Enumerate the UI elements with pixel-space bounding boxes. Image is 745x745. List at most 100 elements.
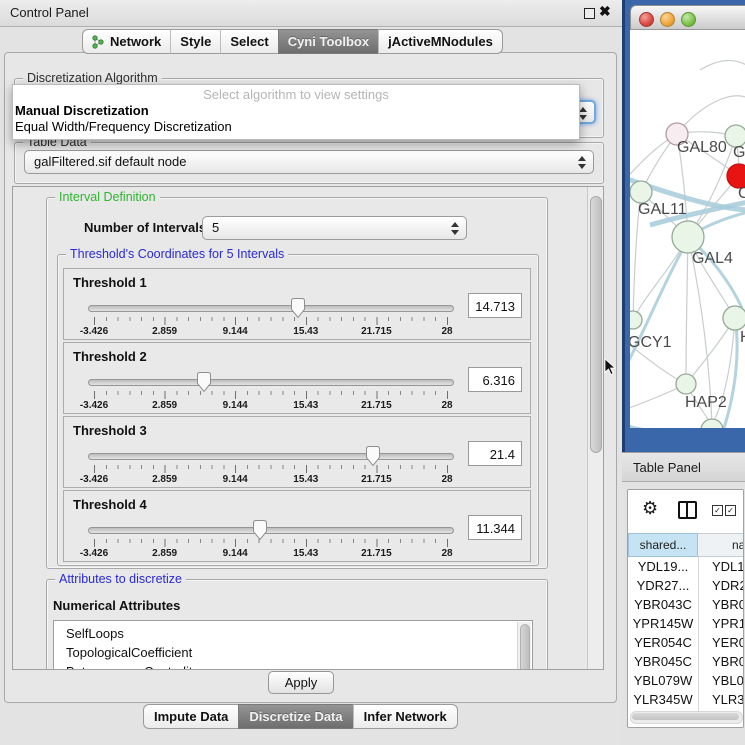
table-horizontal-scrollbar[interactable] <box>630 711 743 724</box>
apply-button[interactable]: Apply <box>268 671 334 694</box>
attributes-scrollbar[interactable] <box>517 622 531 670</box>
threshold-slider[interactable]: -3.4262.8599.14415.4321.71528 <box>88 518 454 560</box>
network-node-h[interactable] <box>723 306 745 330</box>
slider-thumb[interactable] <box>365 445 381 467</box>
float-window-icon[interactable] <box>584 8 595 19</box>
scrollbar-thumb[interactable] <box>590 196 602 453</box>
cell-shared-name[interactable]: YBR045C <box>628 652 698 671</box>
network-node-gal4[interactable] <box>672 221 704 253</box>
table-toolbar: ⚙ ✓ ✓ <box>628 490 743 533</box>
combo-stepper-icon[interactable] <box>577 154 587 171</box>
tab-style[interactable]: Style <box>170 29 220 54</box>
table-panel-title: Table Panel <box>633 460 701 475</box>
network-window-titlebar[interactable] <box>630 5 745 30</box>
close-icon[interactable]: ✖ <box>599 3 611 20</box>
threshold-value-field[interactable]: 21.4 <box>468 441 522 466</box>
dropdown-option-manual-discretization[interactable]: Manual Discretization <box>13 103 579 119</box>
cell-shared-name[interactable]: YLR345W <box>628 690 698 709</box>
minimize-traffic-light[interactable] <box>660 12 675 27</box>
slider-major-ticks <box>94 539 449 547</box>
tab-label: Infer Network <box>364 705 447 728</box>
gear-icon[interactable]: ⚙ <box>642 498 658 519</box>
table-rows: YDL19...YDL1YDR27...YDR2YBR043CYBR0YPR14… <box>628 557 744 728</box>
slider-track[interactable] <box>88 379 454 386</box>
attribute-item-betweennesscentrality[interactable]: BetweennessCentrality <box>54 662 532 670</box>
network-node-item[interactable] <box>701 419 723 428</box>
threshold-value-field[interactable]: 11.344 <box>468 515 522 540</box>
slider-thumb[interactable] <box>252 519 268 541</box>
table-data-combobox[interactable]: galFiltered.sif default node <box>24 150 594 174</box>
tick-label: 21.715 <box>361 400 392 411</box>
threshold-value-field[interactable]: 6.316 <box>468 367 522 392</box>
slider-tick-labels: -3.4262.8599.14415.4321.71528 <box>94 326 449 338</box>
tab-network[interactable]: Network <box>82 29 170 54</box>
columns-icon[interactable] <box>678 501 697 519</box>
table-row[interactable]: YDR27...YDR2 <box>628 576 744 595</box>
cell-name[interactable]: YPR1 <box>698 614 744 633</box>
scrollbar-thumb[interactable] <box>632 713 739 720</box>
number-of-intervals-combobox[interactable]: 5 <box>202 216 467 240</box>
threshold-label: Threshold 1 <box>73 275 147 290</box>
cell-name[interactable]: YBR0 <box>698 595 744 614</box>
close-traffic-light[interactable] <box>639 12 654 27</box>
network-node-gcy1[interactable] <box>630 311 642 329</box>
tab-jactivemnodules[interactable]: jActiveMNodules <box>378 29 503 54</box>
tick-label: 15.43 <box>293 326 318 337</box>
cell-shared-name[interactable]: YPR145W <box>628 614 698 633</box>
table-row[interactable]: YPR145WYPR1 <box>628 614 744 633</box>
cell-shared-name[interactable]: YDL19... <box>628 557 698 576</box>
cell-name[interactable]: YDL1 <box>698 557 744 576</box>
tab-impute-data[interactable]: Impute Data <box>143 704 238 729</box>
combo-stepper-icon[interactable] <box>450 220 460 237</box>
checkbox-icon[interactable]: ✓ <box>712 505 723 516</box>
tab-cyni-toolbox[interactable]: Cyni Toolbox <box>278 29 378 54</box>
cell-shared-name[interactable]: YBR043C <box>628 595 698 614</box>
network-edge[interactable] <box>700 60 745 70</box>
scrollbar-thumb[interactable] <box>520 624 530 670</box>
network-node-hap2[interactable] <box>676 374 696 394</box>
numerical-attributes-list[interactable]: SelfLoopsTopologicalCoefficientBetweenne… <box>53 620 533 670</box>
node-label: HAP2 <box>685 394 727 411</box>
node-label: GAL11 <box>638 201 687 218</box>
tab-discretize-data[interactable]: Discretize Data <box>238 704 352 729</box>
table-row[interactable]: YBR043CYBR0 <box>628 595 744 614</box>
settings-scroll-viewport[interactable]: Interval Definition Number of Intervals … <box>12 186 604 670</box>
node-label: GCY1 <box>630 334 672 351</box>
cell-shared-name[interactable]: YDR27... <box>628 576 698 595</box>
viewport-scrollbar[interactable] <box>587 187 603 669</box>
cell-name[interactable]: YBR0 <box>698 652 744 671</box>
slider-track[interactable] <box>88 527 454 534</box>
cell-name[interactable]: YLR3 <box>698 690 744 709</box>
attribute-item-topologicalcoefficient[interactable]: TopologicalCoefficient <box>54 643 532 662</box>
table-row[interactable]: YBL079WYBL0 <box>628 671 744 690</box>
cell-name[interactable]: YDR2 <box>698 576 744 595</box>
slider-thumb[interactable] <box>290 297 306 319</box>
cell-name[interactable]: YBL0 <box>698 671 744 690</box>
column-header-name[interactable]: na <box>698 533 744 557</box>
network-node-gal11[interactable] <box>630 181 652 203</box>
slider-track[interactable] <box>88 305 454 312</box>
zoom-traffic-light[interactable] <box>681 12 696 27</box>
table-row[interactable]: YLR345WYLR3 <box>628 690 744 709</box>
checkbox-icon[interactable]: ✓ <box>725 505 736 516</box>
table-row[interactable]: YDL19...YDL1 <box>628 557 744 576</box>
slider-thumb[interactable] <box>196 371 212 393</box>
column-header-shared-name[interactable]: shared... <box>628 533 698 557</box>
network-edge[interactable] <box>686 237 688 384</box>
threshold-slider[interactable]: -3.4262.8599.14415.4321.71528 <box>88 296 454 338</box>
threshold-value-field[interactable]: 14.713 <box>468 293 522 318</box>
threshold-slider[interactable]: -3.4262.8599.14415.4321.71528 <box>88 370 454 412</box>
threshold-slider[interactable]: -3.4262.8599.14415.4321.71528 <box>88 444 454 486</box>
cell-name[interactable]: YER0 <box>698 633 744 652</box>
tab-select[interactable]: Select <box>220 29 277 54</box>
dropdown-option-equal-width-frequency-discretization[interactable]: Equal Width/Frequency Discretization <box>13 119 579 135</box>
network-edge-highlighted[interactable] <box>724 318 737 428</box>
attribute-item-selfloops[interactable]: SelfLoops <box>54 624 532 643</box>
network-canvas[interactable]: GAL80GACGAL11GAL4GCY1HHAP2 <box>630 30 745 428</box>
slider-track[interactable] <box>88 453 454 460</box>
cell-shared-name[interactable]: YER054C <box>628 633 698 652</box>
table-row[interactable]: YER054CYER0 <box>628 633 744 652</box>
table-row[interactable]: YBR045CYBR0 <box>628 652 744 671</box>
cell-shared-name[interactable]: YBL079W <box>628 671 698 690</box>
tab-infer-network[interactable]: Infer Network <box>353 704 458 729</box>
